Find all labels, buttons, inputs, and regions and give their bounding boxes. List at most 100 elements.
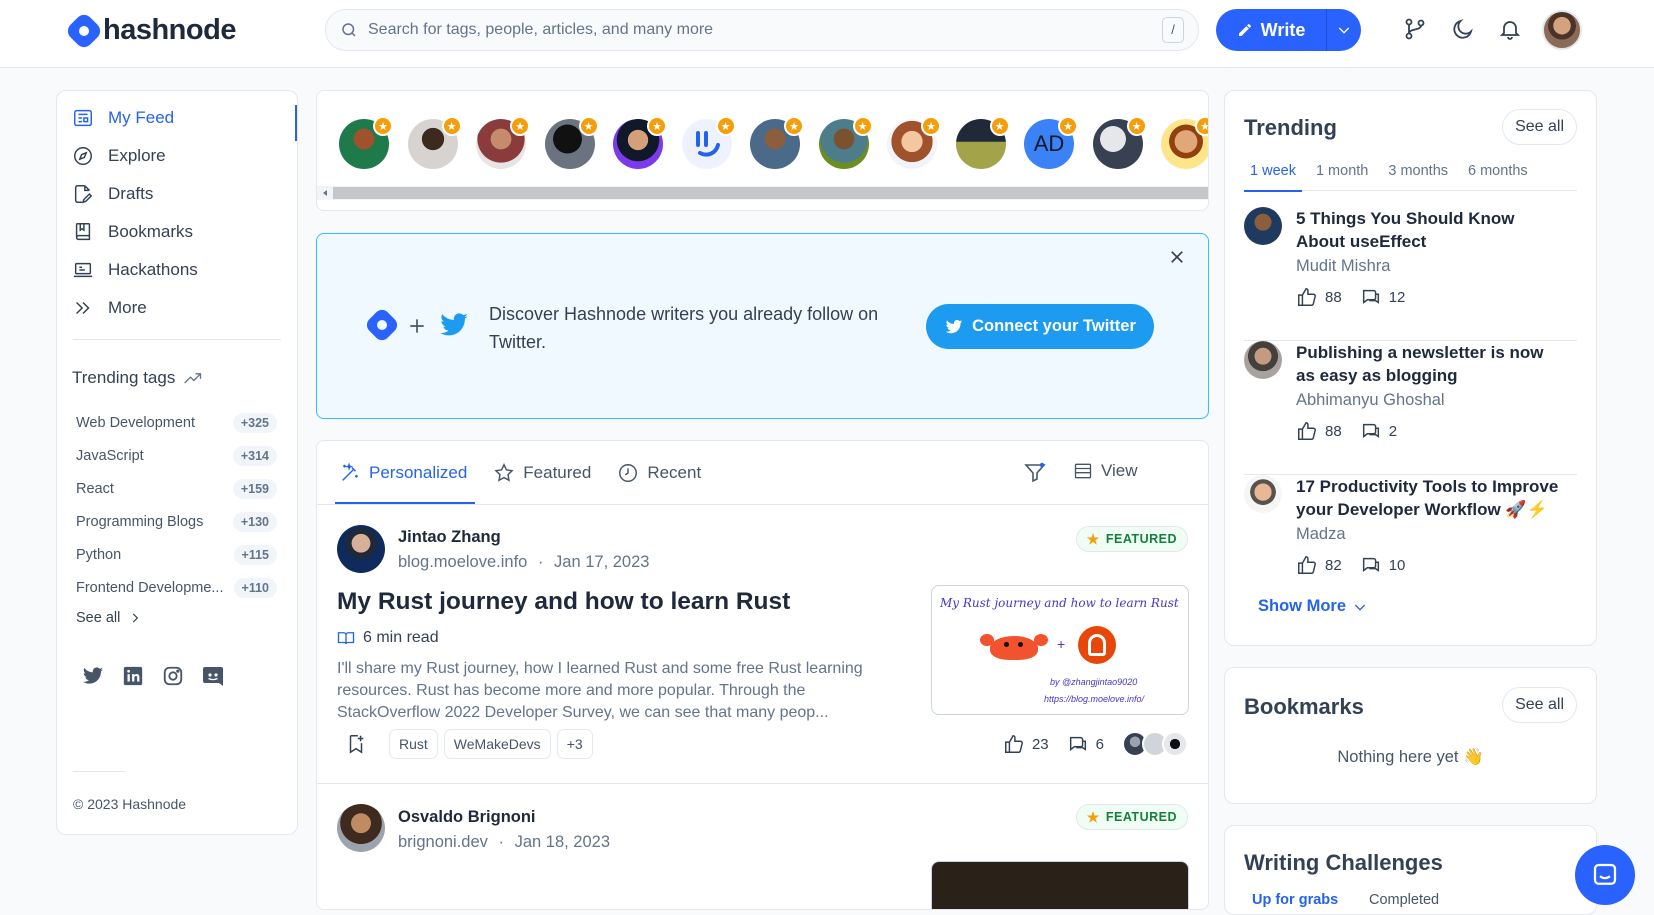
writer-avatar[interactable]: ★ — [544, 116, 599, 169]
theme-toggle-button[interactable] — [1448, 14, 1478, 44]
tag-name: JavaScript — [76, 447, 144, 464]
search-bar[interactable]: / — [325, 9, 1199, 51]
bookmarks-see-all-button[interactable]: See all — [1502, 687, 1577, 723]
writer-avatar[interactable]: ★ — [818, 116, 873, 169]
tab-1-week[interactable]: 1 week — [1244, 159, 1302, 192]
trending-article[interactable]: Publishing a newsletter is now as easy a… — [1244, 341, 1577, 475]
writer-avatar[interactable]: ★ — [339, 116, 393, 169]
writer-avatar[interactable]: ★ — [955, 116, 1010, 169]
bookmark-add-icon[interactable] — [345, 733, 367, 755]
trending-tag[interactable]: React +159 — [57, 472, 297, 505]
tab-6-months[interactable]: 6 months — [1462, 159, 1534, 191]
post-tag[interactable]: Rust — [389, 729, 438, 759]
feed-filter-button[interactable] — [1023, 461, 1047, 490]
blog-domain[interactable]: brignoni.dev — [398, 833, 488, 851]
article-author[interactable]: Madza — [1296, 525, 1346, 544]
git-branch-icon — [1405, 18, 1425, 40]
rust-crab-icon — [980, 628, 1048, 664]
reader-avatar — [1162, 731, 1188, 757]
writer-avatar[interactable]: ★ — [750, 116, 804, 169]
author-avatar[interactable] — [1244, 341, 1282, 379]
trending-article[interactable]: 17 Productivity Tools to Improve your De… — [1244, 475, 1577, 595]
comment-icon — [1069, 736, 1086, 751]
scrollbar-thumb[interactable] — [333, 187, 1208, 199]
post-excerpt[interactable]: I'll share my Rust journey, how I learne… — [337, 658, 895, 724]
star-icon: ★ — [1126, 116, 1147, 136]
comment-button[interactable]: 6 — [1067, 733, 1104, 755]
nav-hackathons[interactable]: Hackathons — [57, 251, 297, 289]
tab-1-month[interactable]: 1 month — [1310, 159, 1374, 191]
writer-avatar[interactable]: ★ — [1161, 116, 1208, 169]
blog-domain[interactable]: blog.moelove.info — [398, 553, 527, 571]
write-dropdown-button[interactable] — [1327, 22, 1361, 38]
support-chat-button[interactable] — [1575, 845, 1635, 905]
author-name[interactable]: Osvaldo Brignoni — [398, 808, 536, 827]
trending-tag[interactable]: Web Development +325 — [57, 406, 297, 439]
writer-avatar[interactable]: ★ — [476, 116, 530, 169]
nav-drafts[interactable]: Drafts — [57, 175, 297, 213]
like-button[interactable]: 23 — [1003, 733, 1049, 755]
close-icon[interactable] — [1168, 248, 1186, 266]
notifications-button[interactable] — [1495, 14, 1525, 44]
tab-completed[interactable]: Completed — [1369, 892, 1439, 908]
article-author[interactable]: Mudit Mishra — [1296, 257, 1390, 276]
post-date: Jan 18, 2023 — [514, 833, 611, 851]
nav-explore[interactable]: Explore — [57, 137, 297, 175]
trending-tags-title: Trending tags — [72, 368, 176, 387]
carousel-scrollbar[interactable] — [317, 186, 1208, 200]
twitter-icon[interactable] — [81, 664, 105, 688]
trending-tag[interactable]: Programming Blogs +130 — [57, 505, 297, 538]
tab-3-months[interactable]: 3 months — [1382, 159, 1454, 191]
changelog-button[interactable] — [1400, 14, 1430, 44]
read-time-label: 6 min read — [363, 629, 439, 646]
writer-avatar[interactable]: AD ★ — [1024, 116, 1078, 169]
tab-personalized[interactable]: Personalized — [334, 441, 476, 504]
user-avatar[interactable] — [1542, 10, 1582, 50]
hashnode-logo[interactable]: hashnode — [64, 10, 236, 51]
scroll-left-arrow-icon[interactable] — [319, 186, 331, 200]
like-count: 23 — [1031, 735, 1049, 753]
trending-tag[interactable]: JavaScript +314 — [57, 439, 297, 472]
trending-tag[interactable]: Python +115 — [57, 538, 297, 571]
feed-view-button[interactable]: View — [1073, 461, 1138, 481]
show-more-button[interactable]: Show More — [1258, 597, 1368, 616]
author-name[interactable]: Jintao Zhang — [398, 528, 501, 547]
post-title[interactable]: My Rust journey and how to learn Rust — [337, 588, 790, 616]
like-count: 82 — [1325, 556, 1342, 574]
instagram-icon[interactable] — [161, 664, 185, 688]
trending-article[interactable]: 5 Things You Should Know About useEffect… — [1244, 207, 1577, 341]
nav-bookmarks[interactable]: Bookmarks — [57, 213, 297, 251]
discord-icon[interactable] — [201, 664, 225, 688]
nav-my-feed[interactable]: My Feed — [57, 99, 297, 141]
writer-avatar[interactable]: ★ — [887, 116, 941, 169]
star-icon: ★ — [1086, 808, 1100, 825]
post-cover-image[interactable] — [931, 861, 1189, 909]
author-avatar[interactable] — [337, 525, 385, 573]
see-all-tags-link[interactable]: See all — [57, 604, 297, 632]
article-author[interactable]: Abhimanyu Ghoshal — [1296, 391, 1445, 410]
article-title[interactable]: 17 Productivity Tools to Improve your De… — [1296, 475, 1566, 521]
search-input[interactable] — [368, 21, 1162, 39]
writer-avatar[interactable]: ★ — [681, 116, 736, 169]
author-avatar[interactable] — [1244, 475, 1282, 513]
article-title[interactable]: Publishing a newsletter is now as easy a… — [1296, 341, 1566, 387]
tab-recent[interactable]: Recent — [617, 441, 701, 504]
writer-avatar[interactable]: ★ — [407, 116, 462, 169]
author-avatar[interactable] — [337, 804, 385, 852]
linkedin-icon[interactable] — [121, 664, 145, 688]
write-button[interactable]: Write — [1216, 9, 1327, 51]
author-avatar[interactable] — [1244, 207, 1282, 245]
writer-avatar[interactable]: ★ — [1092, 116, 1147, 169]
article-title[interactable]: 5 Things You Should Know About useEffect — [1296, 207, 1566, 253]
post-tag-more[interactable]: +3 — [556, 729, 593, 759]
connect-twitter-button[interactable]: Connect your Twitter — [926, 304, 1154, 349]
post-tag[interactable]: WeMakeDevs — [443, 729, 551, 759]
tab-up-for-grabs[interactable]: Up for grabs — [1252, 892, 1338, 908]
trending-tag[interactable]: Frontend Developme... +110 — [57, 571, 297, 604]
trending-see-all-button[interactable]: See all — [1502, 109, 1577, 145]
tab-featured[interactable]: Featured — [493, 441, 591, 504]
post-cover-image[interactable]: My Rust journey and how to learn Rust + … — [931, 585, 1189, 715]
nav-more[interactable]: More — [57, 289, 297, 327]
writer-avatar[interactable]: ★ — [613, 116, 667, 169]
challenges-title: Writing Challenges — [1244, 850, 1443, 875]
